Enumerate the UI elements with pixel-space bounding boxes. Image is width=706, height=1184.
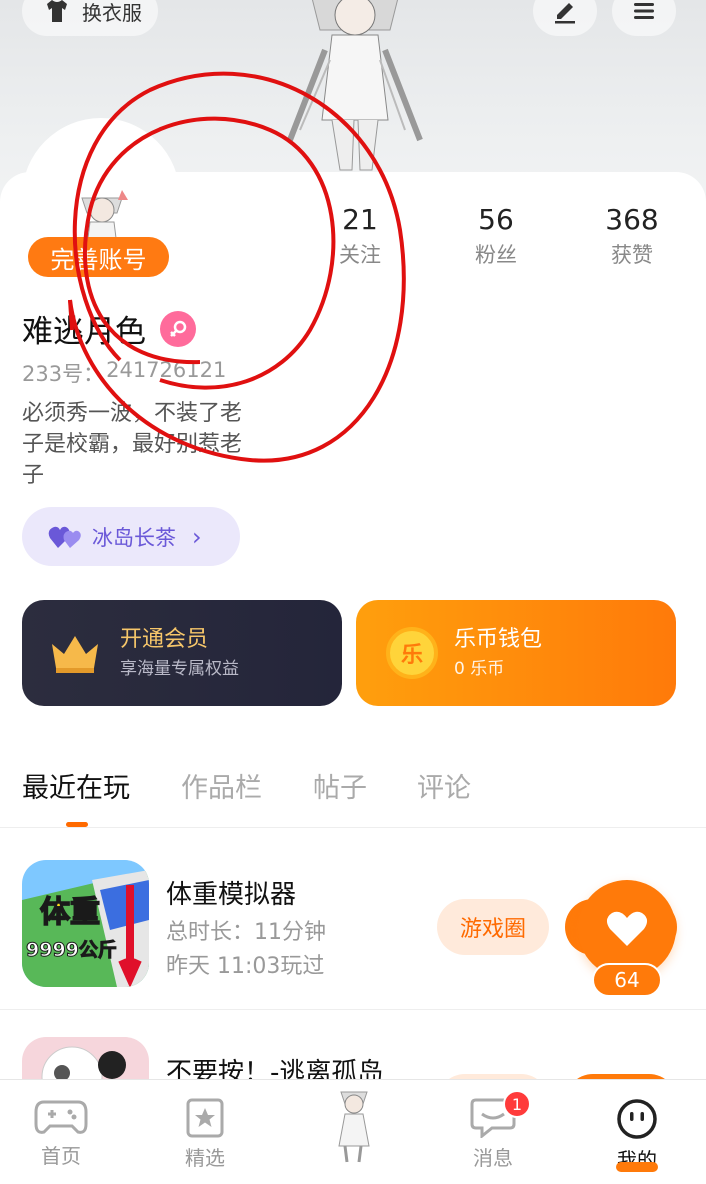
game-circle-button[interactable]: 游戏圈	[437, 899, 549, 955]
edit-icon	[555, 3, 575, 24]
character-figure-image	[287, 0, 423, 171]
nav-messages-label: 消息	[473, 1146, 513, 1170]
nav-featured-label: 精选	[185, 1146, 225, 1170]
active-tab-indicator	[66, 822, 88, 827]
complete-account-badge[interactable]: 完善账号	[28, 237, 169, 277]
character-avatar-icon	[338, 1091, 370, 1163]
user-name: 难逃月色	[22, 314, 146, 350]
vip-membership-card[interactable]: 开通会员 享海量专属权益	[22, 600, 342, 706]
profile-tabs: 最近在玩 作品栏 帖子 评论	[0, 756, 706, 828]
menu-icon	[634, 3, 654, 19]
change-outfit-label: 换衣服	[82, 0, 142, 25]
nav-home-label: 首页	[41, 1144, 81, 1168]
wallet-title: 乐币钱包	[454, 627, 543, 652]
game-title: 体重模拟器	[166, 880, 297, 910]
followers-label: 粉丝	[475, 243, 517, 267]
user-bio: 必须秀一波，不装了老子是校霸，最好别惹老子	[22, 401, 243, 488]
menu-button[interactable]	[612, 0, 676, 36]
tab-works[interactable]: 作品栏	[181, 766, 262, 805]
guild-name: 冰岛长茶	[92, 525, 176, 550]
name-row: 难逃月色	[22, 306, 196, 351]
tab-posts[interactable]: 帖子	[313, 766, 367, 805]
likes-count: 368	[605, 203, 659, 236]
following-count: 21	[342, 203, 378, 236]
heart-pair-icon	[48, 526, 81, 548]
face-icon	[617, 1099, 657, 1139]
stat-likes[interactable]: 368 获赞	[582, 200, 682, 270]
wallet-card[interactable]: 乐 乐币钱包 0 乐币	[356, 600, 676, 706]
gamepad-icon	[34, 1100, 88, 1134]
nav-character[interactable]	[303, 1086, 403, 1164]
coin-icon: 乐	[386, 627, 438, 679]
guild-chip[interactable]: 冰岛长茶 ›	[22, 507, 240, 566]
user-id-value: 241726121	[106, 358, 227, 382]
stat-followers[interactable]: 56 粉丝	[446, 200, 546, 270]
bottom-nav: 首页 精选 1 消息 我的	[0, 1079, 706, 1184]
nav-featured[interactable]: 精选	[155, 1098, 255, 1171]
followers-count: 56	[478, 203, 514, 236]
tab-comments[interactable]: 评论	[417, 766, 471, 805]
star-card-icon	[186, 1098, 224, 1138]
game-icon-weight: 9999公斤	[26, 939, 117, 961]
vip-title: 开通会员	[120, 627, 209, 652]
user-id-label: 233号：	[22, 362, 105, 386]
like-count: 64	[592, 963, 662, 997]
female-gender-icon	[160, 310, 196, 347]
nav-active-indicator	[616, 1162, 658, 1172]
tab-recent-played[interactable]: 最近在玩	[22, 766, 130, 805]
game-icon-caption: 体重	[40, 895, 100, 930]
edit-profile-button[interactable]	[533, 0, 597, 36]
vip-subtitle: 享海量专属权益	[120, 659, 239, 679]
message-badge: 1	[503, 1090, 531, 1118]
wallet-balance: 0 乐币	[454, 659, 505, 679]
nav-home[interactable]: 首页	[11, 1098, 111, 1169]
chevron-right-icon: ›	[192, 522, 202, 551]
crown-icon	[52, 636, 98, 673]
game-icon-weight-simulator[interactable]: 体重 9999公斤	[22, 860, 149, 987]
game-playtime: 总时长：11分钟	[166, 920, 326, 945]
stat-following[interactable]: 21 关注	[310, 200, 410, 270]
game-last-played: 昨天 11:03玩过	[166, 954, 325, 979]
user-id[interactable]: 233号： 241726121	[22, 358, 226, 388]
following-label: 关注	[339, 243, 381, 267]
likes-label: 获赞	[611, 243, 653, 267]
heart-icon	[606, 911, 648, 946]
change-outfit-button[interactable]: 换衣服	[22, 0, 158, 36]
shirt-icon	[47, 0, 67, 22]
nav-messages[interactable]: 1 消息	[443, 1090, 543, 1171]
